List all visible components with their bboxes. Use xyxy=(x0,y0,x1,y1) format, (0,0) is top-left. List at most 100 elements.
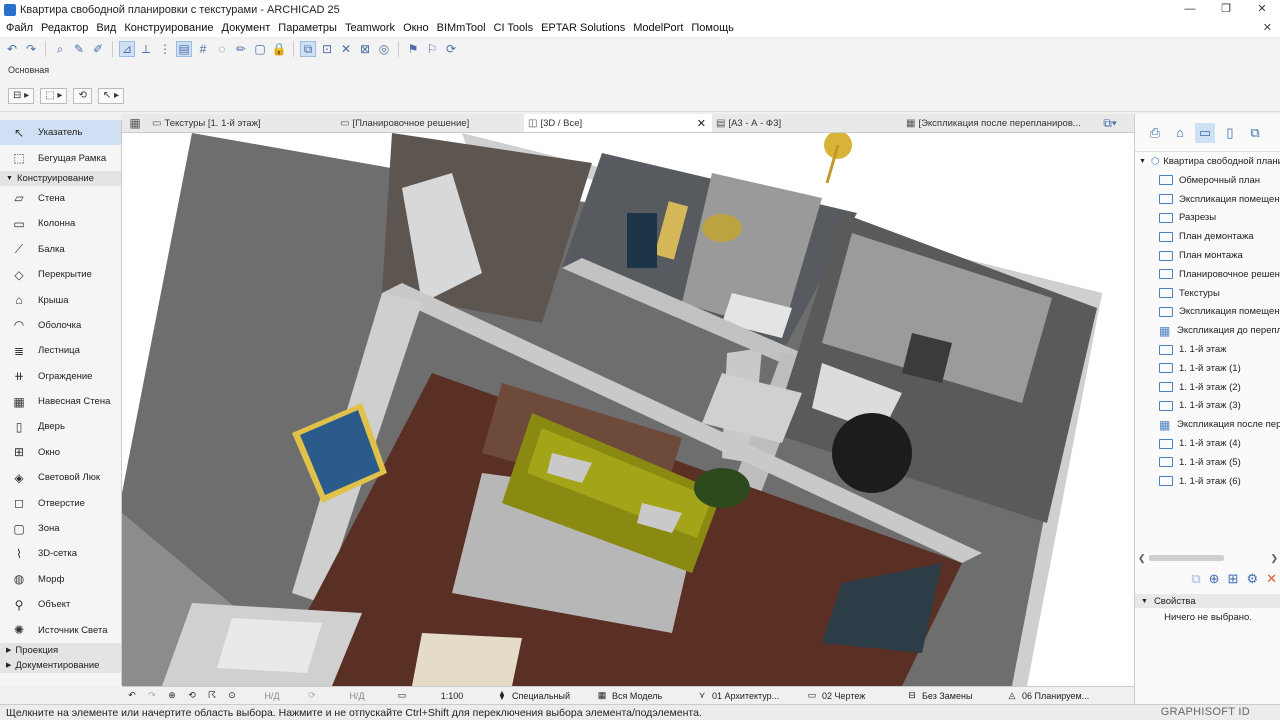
tool-roof[interactable]: ⌂ Крыша xyxy=(0,287,121,312)
navigator-item[interactable]: 1. 1-й этаж xyxy=(1135,340,1280,359)
menu-modelport[interactable]: ModelPort xyxy=(629,22,687,34)
scroll-right-icon[interactable]: ❯ xyxy=(1270,553,1278,564)
menu-eptar[interactable]: EPTAR Solutions xyxy=(537,22,629,34)
group-documentation[interactable]: ▶ Документирование xyxy=(0,657,121,673)
tool-mesh[interactable]: ⌇ 3D-сетка xyxy=(0,541,121,566)
redo-view-icon[interactable]: ↷ xyxy=(142,690,162,701)
navigator-item[interactable]: Разрезы xyxy=(1135,209,1280,228)
orbit-icon[interactable]: ⟲ xyxy=(182,690,202,701)
tab-3d-all[interactable]: ◫ [3D / Все] ✕ xyxy=(524,114,712,132)
selection-method-button[interactable]: ⊟ ▸ xyxy=(8,88,35,104)
navigator-item[interactable]: Экспликация помещений xyxy=(1135,190,1280,209)
menu-teamwork[interactable]: Teamwork xyxy=(341,22,399,34)
scroll-left-icon[interactable]: ❮ xyxy=(1138,553,1146,564)
fit-icon[interactable]: ⊙ xyxy=(222,690,242,701)
tab-close-icon[interactable]: ✕ xyxy=(697,117,706,130)
tab-sheet-a3[interactable]: ▤ [А3 - А - Ф3] xyxy=(712,114,902,132)
menu-edit[interactable]: Редактор xyxy=(37,22,92,34)
undo-icon[interactable]: ↶ xyxy=(4,41,20,57)
menu-close-icon[interactable]: ✕ xyxy=(1263,19,1272,37)
angle-value[interactable]: Н/Д xyxy=(322,691,392,701)
publisher-sets-icon[interactable]: ⧉ xyxy=(1245,123,1265,143)
flag-icon[interactable]: ⚑ xyxy=(405,41,421,57)
3d-cutaway-icon[interactable]: ⊠ xyxy=(357,41,373,57)
navigator-item[interactable]: 1. 1-й этаж (6) xyxy=(1135,472,1280,491)
layout-book-icon[interactable]: ▢ xyxy=(252,41,268,57)
scale-select[interactable]: 1:100 xyxy=(412,691,492,701)
marquee-method-button[interactable]: ⬚ ▸ xyxy=(40,88,68,104)
tool-lamp[interactable]: ✺ Источник Света xyxy=(0,617,121,642)
navigator-item[interactable]: 1. 1-й этаж (5) xyxy=(1135,453,1280,472)
menu-design[interactable]: Конструирование xyxy=(120,22,217,34)
rotate-icon[interactable]: ⟳ xyxy=(302,690,322,701)
structure-select[interactable]: Специальный xyxy=(512,691,592,701)
3d-viewport[interactable] xyxy=(122,133,1134,686)
project-map-icon[interactable]: ⌂ xyxy=(1170,123,1190,143)
navigator-item[interactable]: 1. 1-й этаж (2) xyxy=(1135,378,1280,397)
menu-window[interactable]: Окно xyxy=(399,22,433,34)
tool-door[interactable]: ▯ Дверь xyxy=(0,414,121,439)
cross-icon[interactable]: ✕ xyxy=(338,41,354,57)
layer-combo-icon[interactable]: ⋎ xyxy=(692,690,712,701)
properties-section[interactable]: ▼ Свойства xyxy=(1135,594,1280,608)
clone-folder-icon[interactable]: ⧉ xyxy=(1191,571,1200,587)
pen-set-icon[interactable]: ▭ xyxy=(802,690,822,701)
pencil-icon[interactable]: ✏ xyxy=(233,41,249,57)
tool-zone[interactable]: ▢ Зона xyxy=(0,516,121,541)
navigator-root[interactable]: ▼ ⬡ Квартира свободной планировки xyxy=(1135,152,1280,171)
view-map-icon[interactable]: ▭ xyxy=(1195,122,1215,143)
navigator-item[interactable]: Экспликация помещений xyxy=(1135,303,1280,322)
pointer-mode-button[interactable]: ↖ ▸ xyxy=(97,88,125,104)
zoom-value[interactable]: Н/Д xyxy=(242,691,302,701)
tool-curtain-wall[interactable]: ▦ Навесная Стена xyxy=(0,389,121,414)
redo-icon[interactable]: ↷ xyxy=(23,41,39,57)
trace-icon[interactable]: ◌ xyxy=(214,41,230,57)
tool-beam[interactable]: ⟋ Балка xyxy=(0,237,121,262)
grid-snap-icon[interactable]: # xyxy=(195,41,211,57)
navigator-popup-icon[interactable]: ⎙ xyxy=(1145,123,1165,143)
navigator-item[interactable]: Планировочное решение xyxy=(1135,265,1280,284)
model-select[interactable]: Вся Модель xyxy=(612,691,692,701)
group-design[interactable]: ▼ Конструирование xyxy=(0,170,121,186)
menu-help[interactable]: Помощь xyxy=(687,22,738,34)
zoom-in-icon[interactable]: ⊕ xyxy=(162,690,182,701)
menu-bimmtool[interactable]: BIMmTool xyxy=(433,22,490,34)
layer-combo-select[interactable]: 01 Архитектур... xyxy=(712,691,802,701)
close-window-button[interactable]: ✕ xyxy=(1244,0,1280,19)
tab-textures-floor[interactable]: ▭ Текстуры [1. 1-й этаж] xyxy=(148,114,336,132)
tool-object[interactable]: ⚲ Объект xyxy=(0,592,121,617)
navigator-item[interactable]: План монтажа xyxy=(1135,246,1280,265)
suspend-groups-icon[interactable]: ⧉ xyxy=(300,41,316,57)
snap-points-icon[interactable]: ⋮ xyxy=(157,41,173,57)
navigator-item[interactable]: Текстуры xyxy=(1135,284,1280,303)
guide-lines-icon[interactable]: ⊿ xyxy=(119,41,135,57)
navigator-item[interactable]: ▦ Экспликация до перепланировки xyxy=(1135,321,1280,340)
navigator-scrollbar[interactable]: ❮ ❯ xyxy=(1135,552,1280,564)
layers-icon[interactable]: ⧫ xyxy=(492,690,512,701)
scroll-thumb[interactable] xyxy=(1149,555,1224,561)
navigator-item[interactable]: 1. 1-й этаж (1) xyxy=(1135,359,1280,378)
navigator-item[interactable]: 1. 1-й этаж (3) xyxy=(1135,397,1280,416)
snap-guides-icon[interactable]: ⟂ xyxy=(138,41,154,57)
menu-document[interactable]: Документ xyxy=(218,22,275,34)
tab-schedule-after[interactable]: ▦ [Экспликация после перепланиров... xyxy=(902,114,1092,132)
rotation-button[interactable]: ⟲ xyxy=(73,88,92,104)
undo-view-icon[interactable]: ↶ xyxy=(122,690,142,701)
tool-marquee[interactable]: ⬚ Бегущая Рамка xyxy=(0,145,121,170)
view-12-icon[interactable]: ⊡ xyxy=(319,41,335,57)
navigator-item[interactable]: План демонтажа xyxy=(1135,227,1280,246)
tab-layout-solution[interactable]: ▭ [Планировочное решение] xyxy=(336,114,524,132)
menu-file[interactable]: Файл xyxy=(2,22,37,34)
tool-railing[interactable]: ⧺ Ограждение xyxy=(0,364,121,389)
3d-model-render[interactable] xyxy=(122,133,1134,686)
menu-ci-tools[interactable]: CI Tools xyxy=(490,22,538,34)
navigator-item[interactable]: ▦ Экспликация после перепланировки xyxy=(1135,415,1280,434)
model-filter-icon[interactable]: ▦ xyxy=(592,690,612,701)
view-tabs-dropdown-icon[interactable]: ⧉▾ xyxy=(1092,114,1128,132)
eyedropper-icon[interactable]: ✎ xyxy=(71,41,87,57)
issue-icon[interactable]: ⚐ xyxy=(424,41,440,57)
minimize-button[interactable]: — xyxy=(1172,0,1208,19)
tool-shell[interactable]: ◠ Оболочка xyxy=(0,313,121,338)
delete-icon[interactable]: ✕ xyxy=(1266,571,1277,587)
refresh-icon[interactable]: ⟳ xyxy=(443,41,459,57)
